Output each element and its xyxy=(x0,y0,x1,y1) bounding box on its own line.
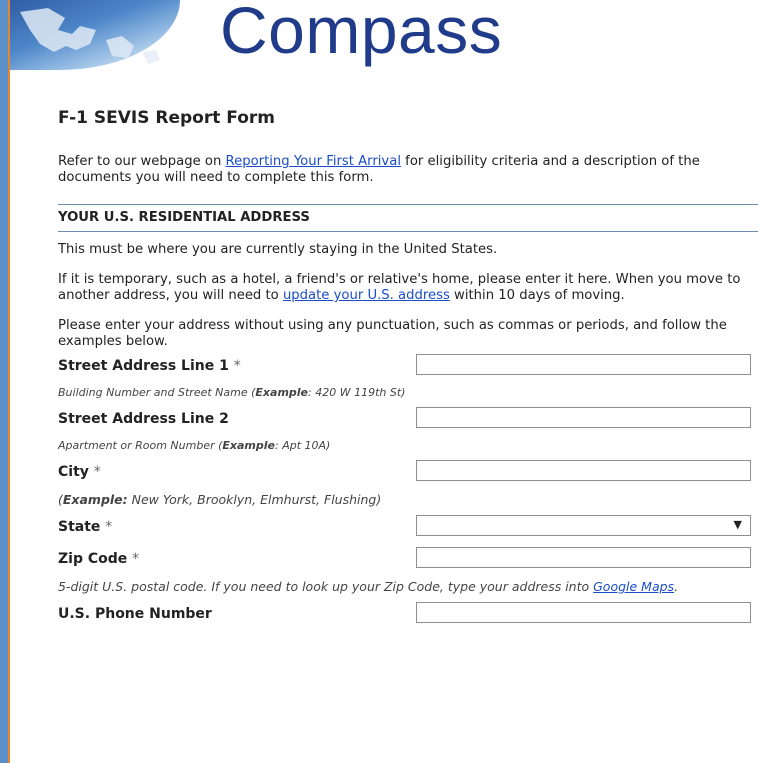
page-frame: Compass F-1 SEVIS Report Form Refer to o… xyxy=(8,0,773,763)
city-hint: (Example: New York, Brooklyn, Elmhurst, … xyxy=(58,492,382,507)
street1-input[interactable] xyxy=(416,354,751,375)
zip-input[interactable] xyxy=(416,547,751,568)
street2-row: Street Address Line 2 xyxy=(58,407,758,433)
globe-map-image xyxy=(10,0,180,70)
state-select[interactable]: ▼ xyxy=(416,515,751,536)
city-label: City * xyxy=(58,464,101,480)
staying-note: This must be where you are currently sta… xyxy=(58,242,498,257)
zip-label: Zip Code * xyxy=(58,551,140,567)
street1-row: Street Address Line 1 * xyxy=(58,354,758,380)
phone-input[interactable] xyxy=(416,602,751,623)
page-title: F-1 SEVIS Report Form xyxy=(58,108,275,128)
street2-hint: Apartment or Room Number (Example: Apt 1… xyxy=(58,439,331,452)
phone-row: U.S. Phone Number xyxy=(58,602,758,628)
chevron-down-icon: ▼ xyxy=(733,518,742,531)
reporting-first-arrival-link[interactable]: Reporting Your First Arrival xyxy=(226,154,401,169)
punctuation-note: Please enter your address without using … xyxy=(58,318,727,349)
street2-label: Street Address Line 2 xyxy=(58,411,229,427)
city-row: City * xyxy=(58,460,758,486)
city-input[interactable] xyxy=(416,460,751,481)
form-content: F-1 SEVIS Report Form Refer to our webpa… xyxy=(58,108,758,628)
state-label: State * xyxy=(58,519,113,535)
temporary-note: If it is temporary, such as a hotel, a f… xyxy=(58,272,741,303)
google-maps-link[interactable]: Google Maps xyxy=(593,579,674,594)
zip-row: Zip Code * xyxy=(58,547,758,573)
state-row: State * ▼ xyxy=(58,515,758,541)
update-address-link[interactable]: update your U.S. address xyxy=(283,288,450,303)
site-header: Compass xyxy=(10,0,773,80)
street1-label: Street Address Line 1 * xyxy=(58,358,241,374)
section-heading: YOUR U.S. RESIDENTIAL ADDRESS xyxy=(58,204,758,232)
zip-hint: 5-digit U.S. postal code. If you need to… xyxy=(58,579,679,594)
compass-logo: Compass xyxy=(220,0,503,67)
street2-input[interactable] xyxy=(416,407,751,428)
intro-text: Refer to our webpage on Reporting Your F… xyxy=(58,154,700,185)
phone-label: U.S. Phone Number xyxy=(58,606,212,622)
street1-hint: Building Number and Street Name (Example… xyxy=(58,386,406,399)
